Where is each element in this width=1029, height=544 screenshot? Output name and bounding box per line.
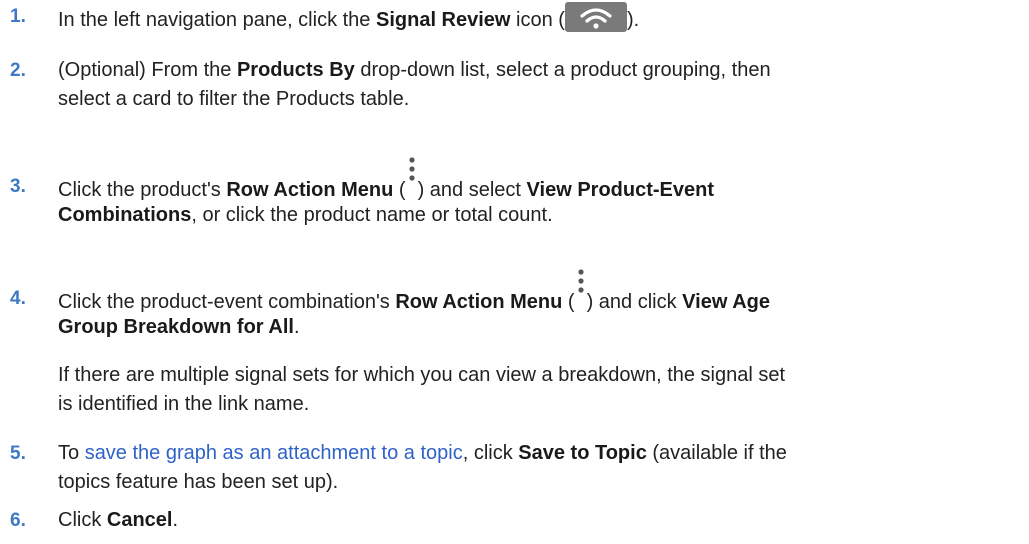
text: In the left navigation pane, click the bbox=[58, 9, 376, 31]
step-number: 2. bbox=[10, 60, 26, 81]
bold-term: Products By bbox=[236, 59, 355, 81]
text: , click bbox=[462, 442, 519, 464]
text: Click the product-event combination's bbox=[58, 291, 396, 313]
kebab-menu-icon bbox=[575, 269, 587, 310]
step-text-line2: Group Breakdown for All. bbox=[58, 313, 300, 341]
step-text: In the left navigation pane, click the S… bbox=[58, 2, 639, 34]
step-text: (Optional) From the Products By drop-dow… bbox=[58, 56, 771, 84]
text: ( bbox=[562, 291, 575, 313]
bold-term: Combinations bbox=[58, 204, 192, 226]
bold-term: Cancel bbox=[106, 509, 173, 531]
wifi-signal-icon bbox=[564, 2, 627, 32]
text: To bbox=[58, 442, 85, 464]
step-text-line2: select a card to filter the Products tab… bbox=[58, 88, 410, 110]
text: ) and click bbox=[586, 291, 683, 313]
text: icon ( bbox=[510, 9, 565, 31]
text: ( bbox=[393, 179, 406, 201]
kebab-menu-icon bbox=[406, 157, 418, 198]
text: drop-down list, select a product groupin… bbox=[354, 59, 771, 81]
bold-term: Group Breakdown for All bbox=[58, 316, 294, 338]
step-number: 3. bbox=[10, 176, 26, 197]
step-number: 1. bbox=[10, 6, 26, 27]
text: (Optional) From the bbox=[58, 59, 237, 81]
text: , or click the product name or total cou… bbox=[191, 204, 553, 226]
step-note-line1: If there are multiple signal sets for wh… bbox=[58, 364, 786, 386]
step-number: 4. bbox=[10, 288, 26, 309]
bold-term: View Age bbox=[682, 291, 770, 313]
text: ) and select bbox=[417, 179, 527, 201]
text: . bbox=[293, 316, 300, 338]
bold-term: View Product-Event bbox=[526, 179, 714, 201]
step-text: Click Cancel. bbox=[58, 506, 178, 534]
text: Click the product's bbox=[58, 179, 227, 201]
bold-term: Signal Review bbox=[375, 9, 511, 31]
text: (available if the bbox=[646, 442, 787, 464]
text: ). bbox=[626, 9, 640, 31]
step-text-line2: Combinations, or click the product name … bbox=[58, 201, 553, 229]
bold-term: Row Action Menu bbox=[226, 179, 394, 201]
step-text: To save the graph as an attachment to a … bbox=[58, 439, 787, 467]
step-number: 5. bbox=[10, 443, 26, 464]
step-note-line2: is identified in the link name. bbox=[58, 393, 310, 415]
save-graph-link[interactable]: save the graph as an attachment to a top… bbox=[85, 442, 463, 464]
text: Click bbox=[58, 509, 107, 531]
bold-term: Row Action Menu bbox=[395, 291, 563, 313]
step-number: 6. bbox=[10, 510, 26, 531]
bold-term: Save to Topic bbox=[518, 442, 647, 464]
text: . bbox=[172, 509, 179, 531]
step-text-line2: topics feature has been set up). bbox=[58, 471, 339, 493]
